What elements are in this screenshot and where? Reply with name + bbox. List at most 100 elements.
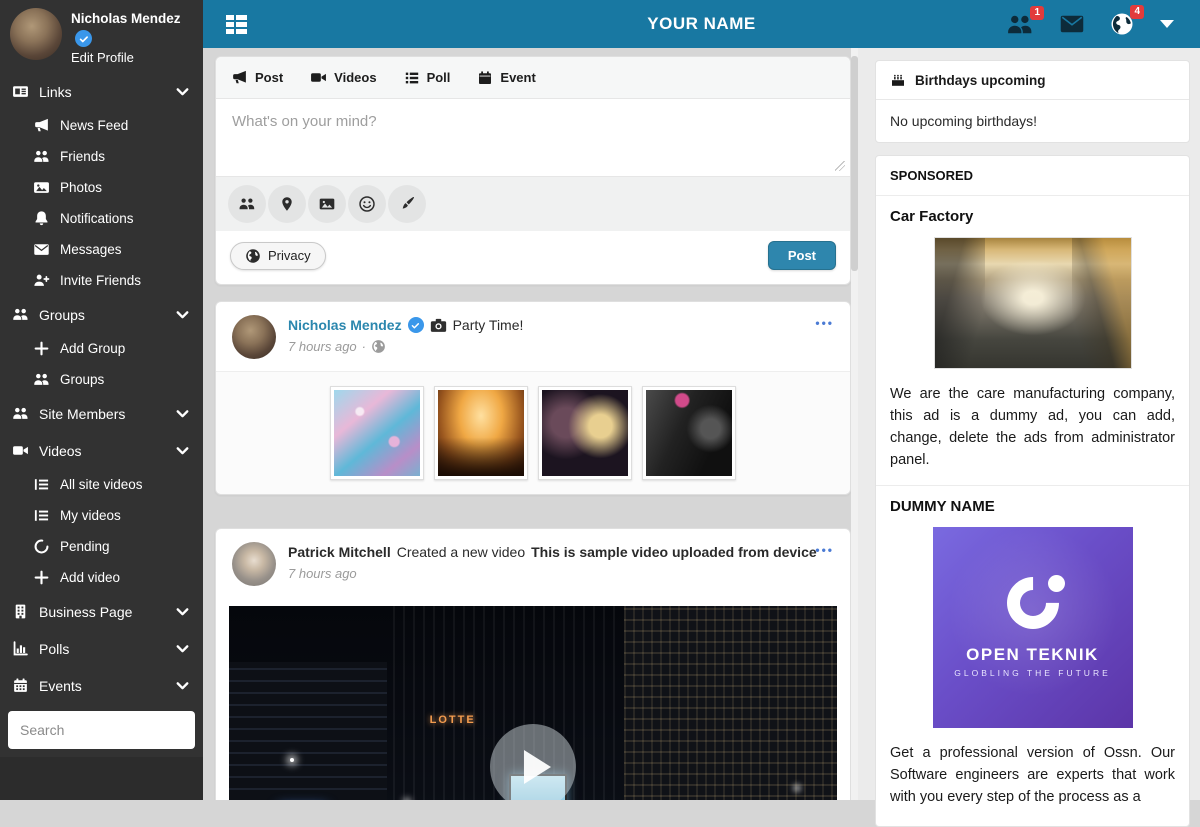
sidebar-item-all-site-videos[interactable]: All site videos — [0, 469, 203, 500]
item-label: Groups — [60, 372, 104, 387]
post-photo-3[interactable] — [538, 386, 632, 480]
sidebar-item-groups[interactable]: Groups — [0, 364, 203, 395]
sidebar-item-messages[interactable]: Messages — [0, 234, 203, 265]
notifications-globe-icon[interactable]: 4 — [1110, 12, 1134, 36]
sidebar-item-photos[interactable]: Photos — [0, 172, 203, 203]
post-time: 7 hours ago — [288, 339, 357, 354]
logo-title: OPEN TEKNIK — [966, 645, 1099, 665]
post-author-avatar[interactable] — [232, 542, 276, 586]
sidebar-menu: Links News Feed Friends Photos Notificat… — [0, 73, 203, 704]
building-icon — [12, 603, 29, 620]
sidebar-section-links[interactable]: Links — [0, 73, 203, 110]
sidebar-section-events[interactable]: Events — [0, 667, 203, 704]
sidebar-item-my-videos[interactable]: My videos — [0, 500, 203, 531]
item-label: News Feed — [60, 118, 128, 133]
sidebar-section-videos[interactable]: Videos — [0, 432, 203, 469]
sidebar-item-invite-friends[interactable]: Invite Friends — [0, 265, 203, 296]
profile-name[interactable]: Nicholas Mendez — [71, 11, 181, 26]
item-label: Notifications — [60, 211, 134, 226]
add-photo-button[interactable] — [308, 185, 346, 223]
post-author-link[interactable]: Patrick Mitchell — [288, 544, 391, 560]
calendar-icon — [477, 70, 493, 86]
composer-tabs: Post Videos Poll Event — [216, 57, 850, 99]
post-action-text: Created a new video — [397, 544, 525, 560]
tab-event[interactable]: Event — [477, 69, 535, 86]
video-thumbnail[interactable]: LOTTE — [229, 606, 837, 800]
tab-label: Post — [255, 70, 283, 85]
section-label: Groups — [39, 307, 85, 323]
menu-grid-icon[interactable] — [225, 14, 248, 35]
post-photo-4[interactable] — [642, 386, 736, 480]
chevron-down-icon — [174, 603, 191, 620]
edit-profile-link[interactable]: Edit Profile — [71, 50, 181, 65]
play-icon — [524, 750, 551, 784]
list-icon — [33, 507, 50, 524]
sidebar-search-input[interactable] — [8, 711, 195, 749]
profile-avatar[interactable] — [10, 8, 62, 60]
draw-brush-button[interactable] — [388, 185, 426, 223]
sidebar-section-site-members[interactable]: Site Members — [0, 395, 203, 432]
section-label: Events — [39, 678, 82, 694]
sidebar-item-add-group[interactable]: Add Group — [0, 333, 203, 364]
submit-post-button[interactable]: Post — [768, 241, 836, 270]
envelope-icon — [33, 241, 50, 258]
item-label: Pending — [60, 539, 110, 554]
ad-image-car-factory[interactable] — [934, 237, 1132, 369]
add-emoji-button[interactable] — [348, 185, 386, 223]
sidebar-item-add-video[interactable]: Add video — [0, 562, 203, 593]
item-label: Messages — [60, 242, 122, 257]
item-label: Add Group — [60, 341, 125, 356]
chevron-down-icon — [174, 677, 191, 694]
friend-requests-icon[interactable]: 1 — [1006, 13, 1034, 35]
ad-title[interactable]: Car Factory — [876, 196, 1189, 233]
chevron-down-icon — [174, 306, 191, 323]
tab-post[interactable]: Post — [231, 69, 283, 86]
feed-post-2: Patrick Mitchell Created a new video Thi… — [215, 528, 851, 800]
play-button[interactable] — [490, 724, 576, 800]
post-author-avatar[interactable] — [232, 315, 276, 359]
sidebar-item-notifications[interactable]: Notifications — [0, 203, 203, 234]
post-photo-2[interactable] — [434, 386, 528, 480]
tab-poll[interactable]: Poll — [404, 69, 451, 86]
add-location-button[interactable] — [268, 185, 306, 223]
open-teknik-logo-icon — [1007, 577, 1059, 629]
post-options-button[interactable]: ••• — [815, 543, 834, 557]
post-video-title[interactable]: This is sample video uploaded from devic… — [531, 544, 817, 560]
post-options-button[interactable]: ••• — [815, 316, 834, 330]
sidebar-item-friends[interactable]: Friends — [0, 141, 203, 172]
birthday-cake-icon — [890, 72, 906, 88]
post-photo-gallery — [216, 371, 850, 494]
textarea-resize-handle[interactable] — [835, 161, 845, 171]
friend-requests-badge: 1 — [1030, 6, 1044, 20]
section-label: Videos — [39, 443, 82, 459]
tag-friends-button[interactable] — [228, 185, 266, 223]
globe-icon — [245, 248, 261, 264]
list-icon — [33, 476, 50, 493]
messages-icon[interactable] — [1060, 15, 1084, 33]
verified-badge-icon — [408, 317, 424, 333]
chevron-down-icon — [174, 442, 191, 459]
post-photo-1[interactable] — [330, 386, 424, 480]
account-dropdown-caret[interactable] — [1160, 20, 1174, 28]
status-input[interactable] — [216, 99, 850, 176]
ad-title[interactable]: DUMMY NAME — [876, 486, 1189, 523]
section-label: Links — [39, 84, 72, 100]
sponsored-header: SPONSORED — [876, 156, 1189, 196]
sidebar-item-pending[interactable]: Pending — [0, 531, 203, 562]
sidebar-section-polls[interactable]: Polls — [0, 630, 203, 667]
ad-image-open-teknik[interactable]: OPEN TEKNIK GLOBLING THE FUTURE — [933, 527, 1133, 728]
post-author-link[interactable]: Nicholas Mendez — [288, 317, 402, 333]
smiley-icon — [358, 195, 376, 213]
camera-icon — [430, 318, 447, 333]
sidebar-section-groups[interactable]: Groups — [0, 296, 203, 333]
privacy-selector-button[interactable]: Privacy — [230, 242, 326, 270]
sidebar-item-news-feed[interactable]: News Feed — [0, 110, 203, 141]
sidebar-section-business-page[interactable]: Business Page — [0, 593, 203, 630]
composer-toolbar — [216, 176, 850, 231]
tab-videos[interactable]: Videos — [310, 69, 376, 86]
feed-scrollbar[interactable] — [851, 48, 858, 800]
verified-badge-icon — [75, 30, 92, 47]
section-label: Site Members — [39, 406, 125, 422]
sponsored-widget: SPONSORED Car Factory We are the care ma… — [875, 155, 1190, 827]
right-sidebar: Birthdays upcoming No upcoming birthdays… — [858, 48, 1200, 800]
